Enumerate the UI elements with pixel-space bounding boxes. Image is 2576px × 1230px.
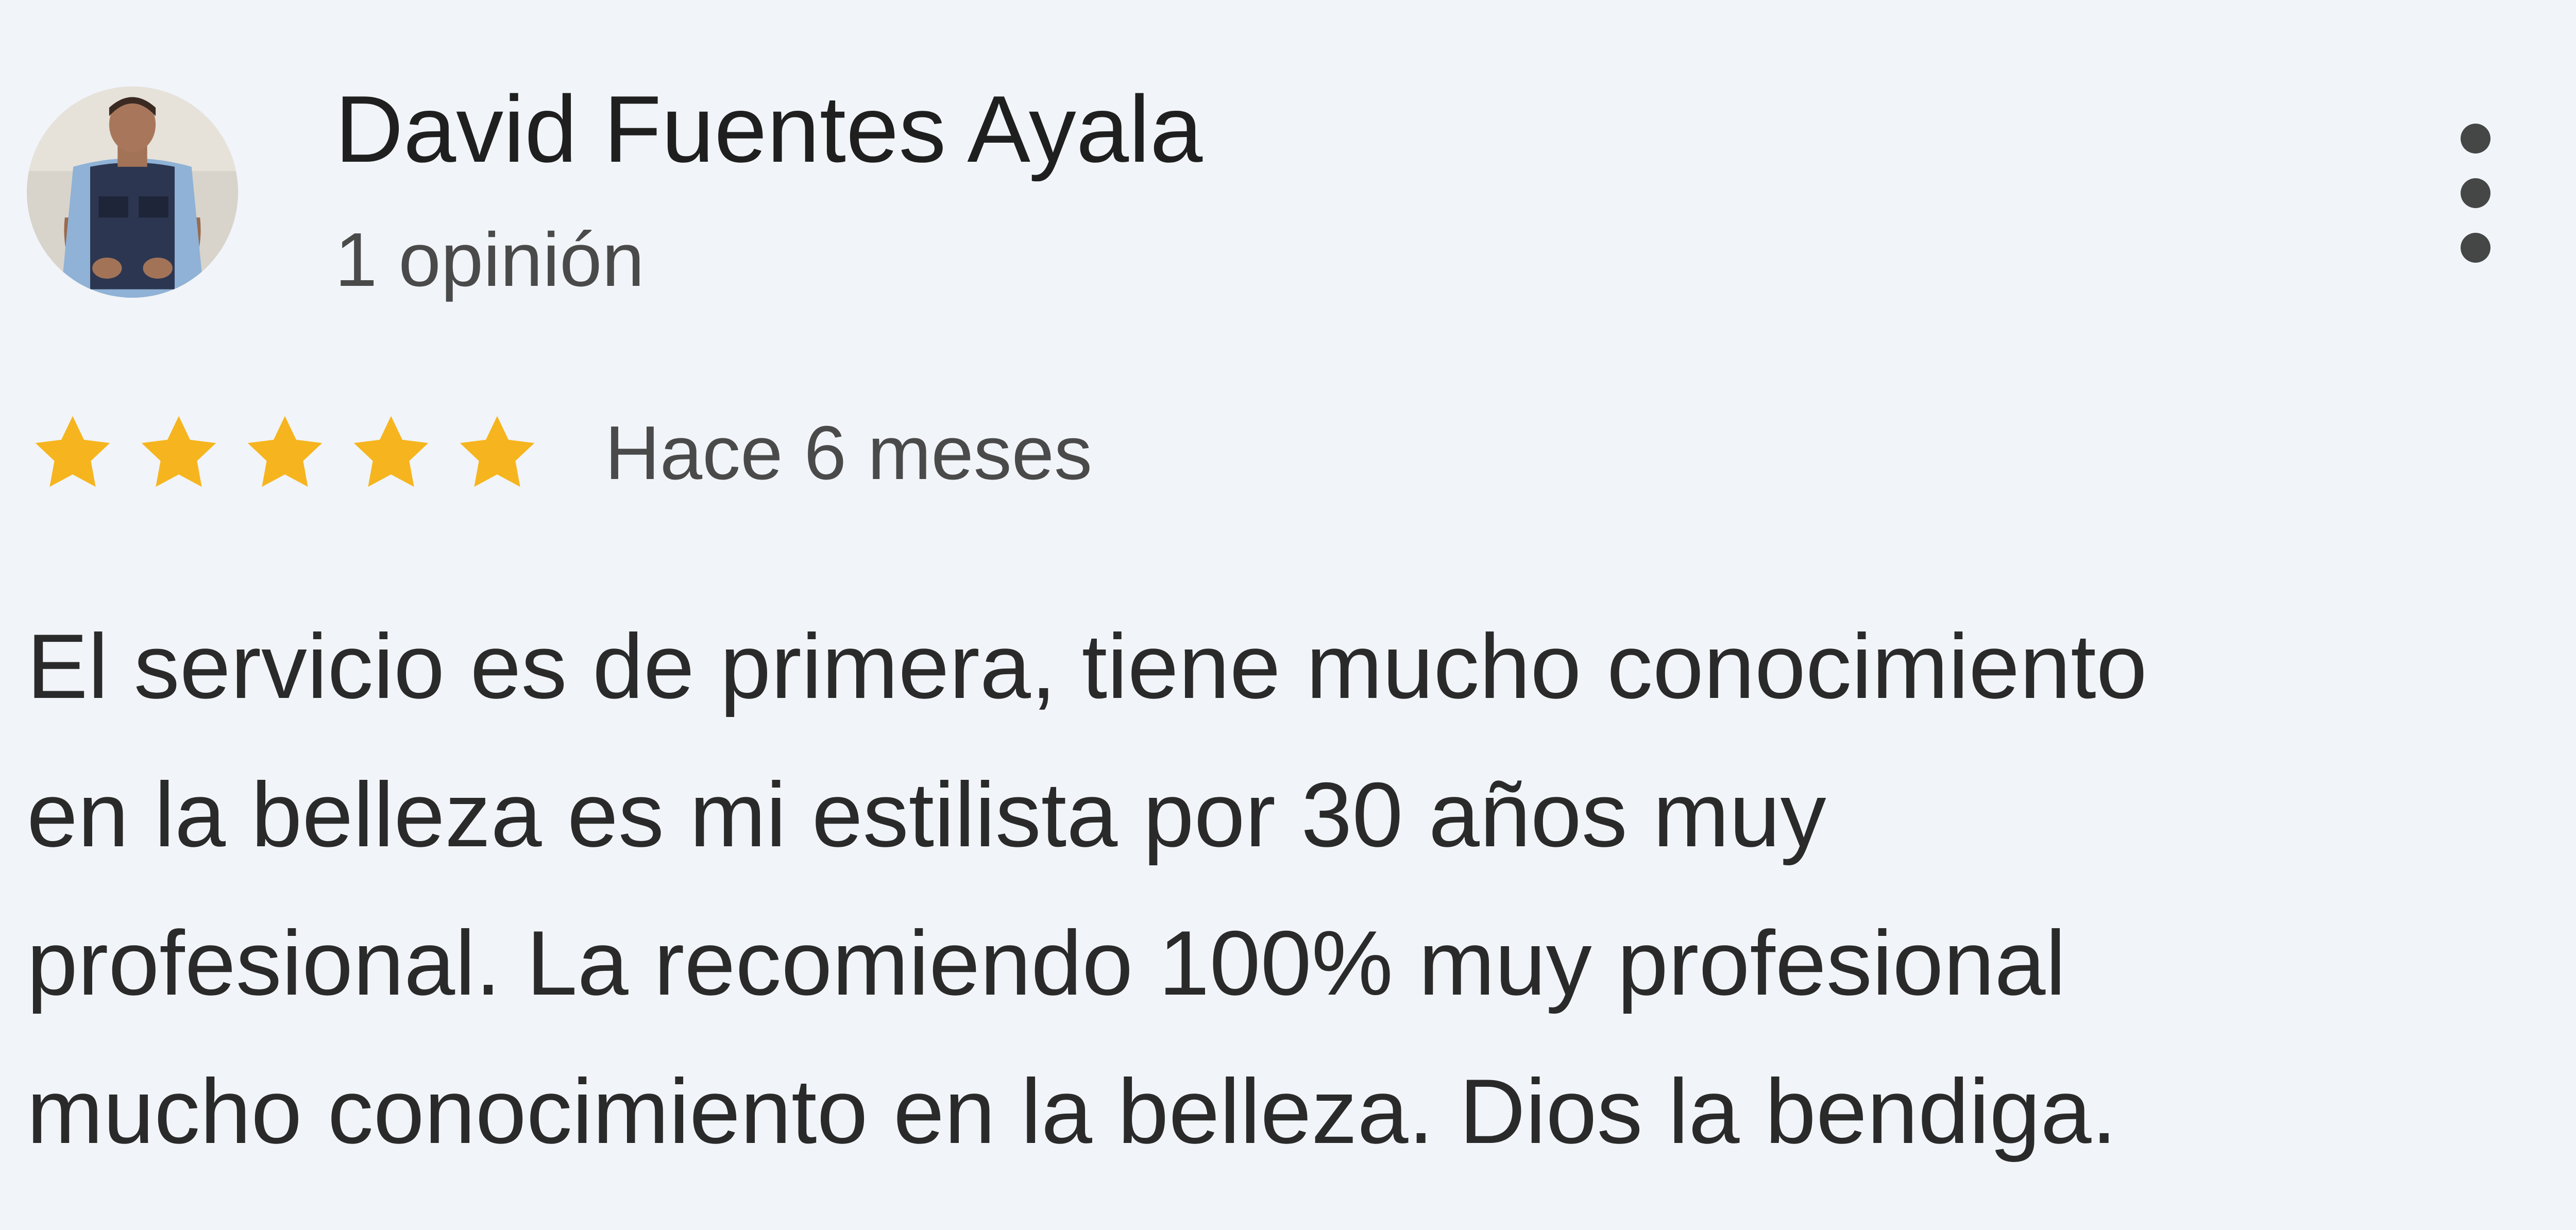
star-icon bbox=[35, 416, 110, 487]
author-avatar[interactable] bbox=[27, 87, 238, 298]
star-icon bbox=[460, 416, 535, 487]
more-options-button[interactable] bbox=[2442, 124, 2509, 263]
review-text: El servicio es de primera, tiene mucho c… bbox=[27, 615, 2147, 1163]
star-icon bbox=[353, 416, 429, 487]
rating-row: Hace 6 meses bbox=[27, 402, 1092, 505]
review-card: David Fuentes Ayala 1 opinión Hace 6 mes… bbox=[0, 0, 2576, 1230]
star-icon bbox=[247, 416, 323, 487]
more-vert-icon bbox=[2461, 124, 2490, 263]
star-rating bbox=[27, 409, 543, 497]
star-icon bbox=[141, 416, 216, 487]
author-name[interactable]: David Fuentes Ayala bbox=[335, 72, 1202, 185]
more-dot bbox=[2461, 233, 2490, 263]
more-dot bbox=[2461, 124, 2490, 153]
more-dot bbox=[2461, 178, 2490, 208]
review-date: Hace 6 meses bbox=[605, 411, 1092, 496]
author-review-count: 1 opinión bbox=[335, 217, 645, 302]
avatar-photo bbox=[27, 87, 238, 298]
